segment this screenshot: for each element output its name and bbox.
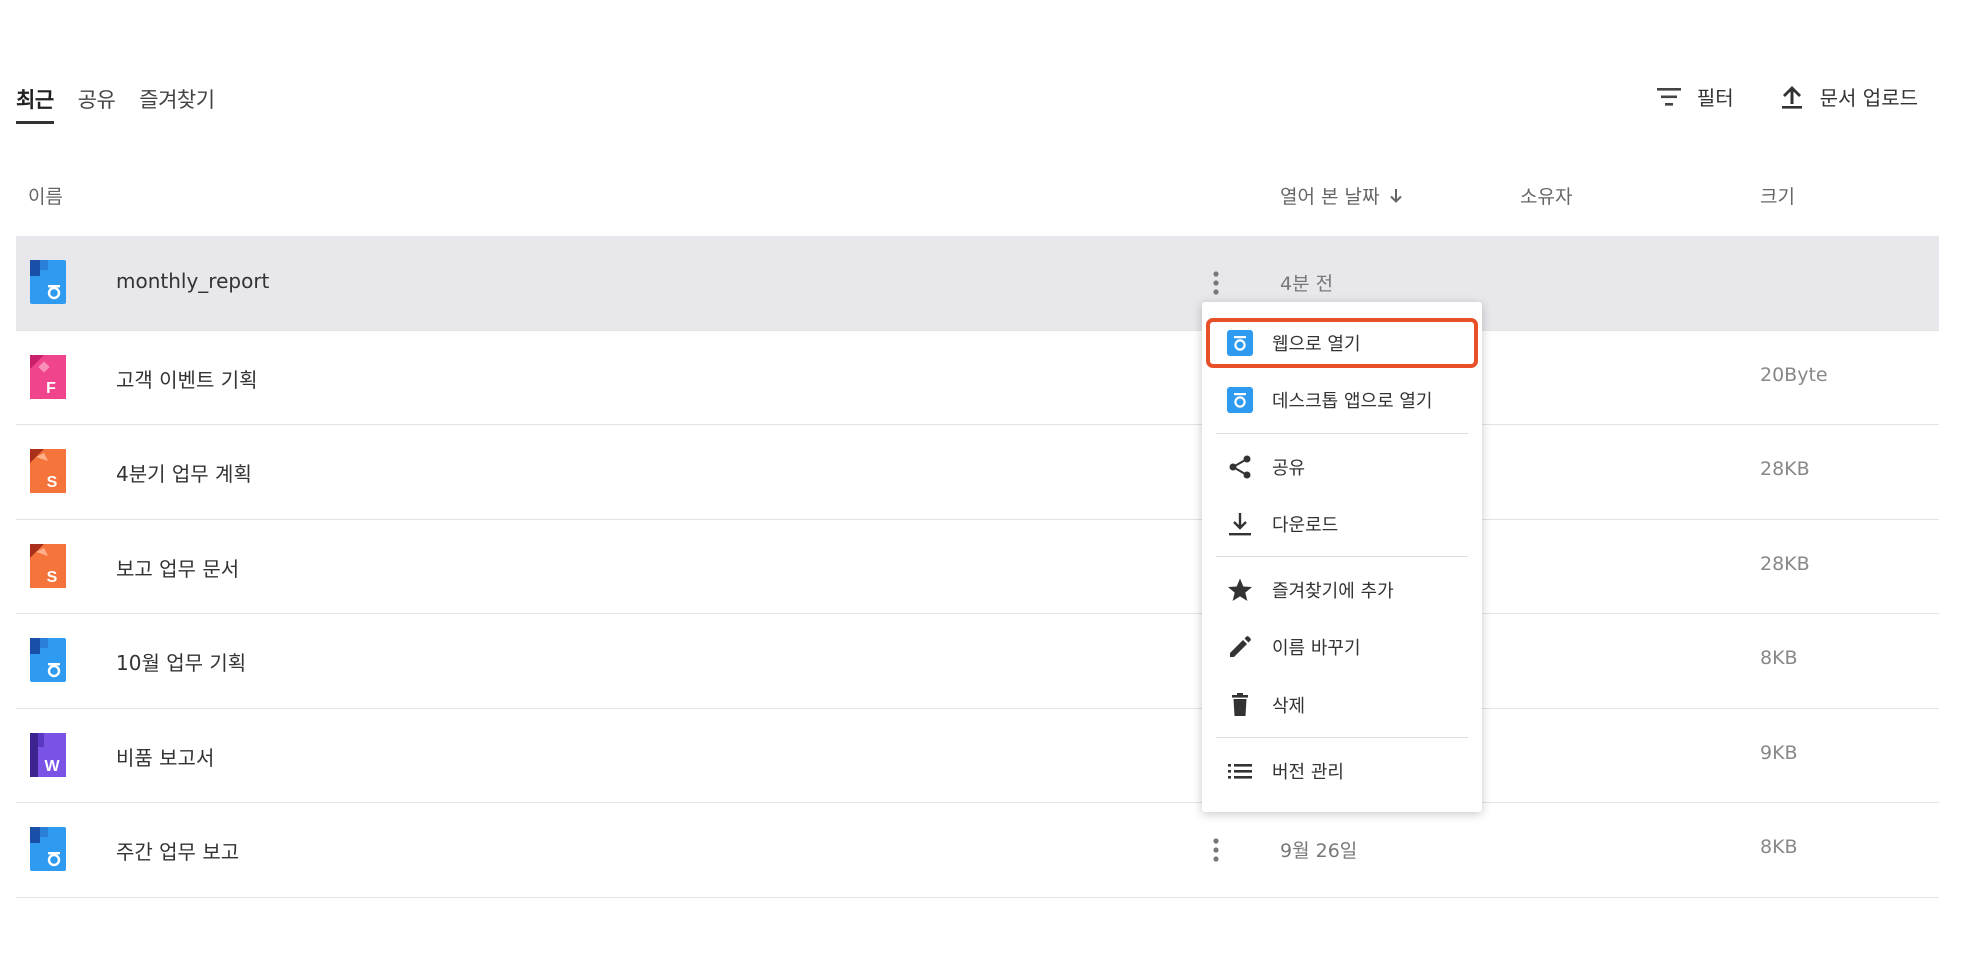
column-header-name[interactable]: 이름 — [28, 182, 63, 209]
more-options-icon[interactable] — [1206, 268, 1226, 298]
hancom-app-icon — [1226, 386, 1254, 414]
filter-button[interactable]: 필터 — [1655, 82, 1734, 111]
table-row[interactable]: F 고객 이벤트 기획 20Byte — [16, 331, 1939, 425]
document-table: 이름 열어 본 날짜 소유자 크기 monthly_report 4분 전 F … — [16, 160, 1939, 898]
pencil-icon — [1226, 633, 1254, 661]
list-icon — [1226, 757, 1254, 785]
tab-shared[interactable]: 공유 — [78, 84, 116, 124]
file-name[interactable]: 10월 업무 기획 — [116, 647, 246, 676]
file-name[interactable]: 고객 이벤트 기획 — [116, 364, 258, 393]
tab-recent[interactable]: 최근 — [16, 84, 54, 124]
hancom-doc-icon — [30, 827, 66, 871]
menu-label: 공유 — [1272, 458, 1306, 479]
file-size: 8KB — [1760, 647, 1798, 669]
upload-icon — [1781, 85, 1802, 109]
file-size: 9KB — [1760, 741, 1798, 764]
file-size: 20Byte — [1760, 363, 1828, 386]
opened-date: 9월 26일 — [1280, 840, 1358, 862]
sort-down-arrow-icon — [1390, 188, 1403, 203]
file-size: 28KB — [1760, 552, 1810, 575]
svg-text:W: W — [44, 758, 60, 775]
menu-item-open-web[interactable]: 웹으로 열기 — [1206, 318, 1478, 368]
table-header: 이름 열어 본 날짜 소유자 크기 — [16, 160, 1939, 236]
trash-icon — [1226, 691, 1254, 719]
menu-divider — [1216, 737, 1468, 738]
hancom-doc-icon — [30, 638, 66, 682]
svg-text:S: S — [47, 474, 58, 491]
toolbar: 필터 문서 업로드 — [1655, 82, 1918, 111]
column-header-size[interactable]: 크기 — [1760, 182, 1795, 209]
menu-label: 버전 관리 — [1272, 762, 1344, 783]
menu-label: 삭제 — [1272, 696, 1306, 717]
file-context-menu: 웹으로 열기 데스크톱 앱으로 열기 공유 다운로드 즐겨찾기에 추가 이름 바… — [1202, 302, 1482, 812]
file-size: 28KB — [1760, 458, 1810, 480]
form-doc-icon: F — [30, 354, 66, 399]
hancom-app-icon — [1226, 329, 1254, 357]
menu-item-rename[interactable]: 이름 바꾸기 — [1202, 622, 1482, 672]
file-name[interactable]: 주간 업무 보고 — [116, 836, 239, 865]
filter-label: 필터 — [1696, 86, 1734, 110]
table-row[interactable]: W 비품 보고서 9KB — [16, 709, 1939, 803]
menu-item-download[interactable]: 다운로드 — [1202, 499, 1482, 549]
table-row[interactable]: monthly_report 4분 전 — [16, 236, 1939, 331]
opened-date: 4분 전 — [1280, 273, 1334, 295]
file-name[interactable]: 비품 보고서 — [116, 742, 214, 771]
file-name[interactable]: 보고 업무 문서 — [116, 553, 239, 582]
hancom-doc-icon — [30, 260, 66, 304]
menu-item-add-favorite[interactable]: 즐겨찾기에 추가 — [1202, 565, 1482, 615]
file-name[interactable]: monthly_report — [116, 269, 269, 293]
table-row[interactable]: S 보고 업무 문서 28KB — [16, 520, 1939, 614]
file-name[interactable]: 4분기 업무 계획 — [116, 458, 252, 487]
menu-label: 다운로드 — [1272, 515, 1339, 536]
upload-document-button[interactable]: 문서 업로드 — [1778, 82, 1918, 111]
menu-label: 데스크톱 앱으로 열기 — [1272, 391, 1433, 412]
filter-icon — [1656, 87, 1681, 106]
menu-item-delete[interactable]: 삭제 — [1202, 680, 1482, 730]
share-icon — [1226, 453, 1254, 481]
upload-label: 문서 업로드 — [1819, 86, 1918, 110]
menu-item-open-desktop[interactable]: 데스크톱 앱으로 열기 — [1202, 375, 1482, 425]
column-header-owner[interactable]: 소유자 — [1520, 182, 1572, 209]
table-row[interactable]: 주간 업무 보고 9월 26일 8KB — [16, 803, 1939, 898]
more-options-icon[interactable] — [1206, 835, 1226, 865]
menu-label: 즐겨찾기에 추가 — [1272, 581, 1394, 602]
table-row[interactable]: S 4분기 업무 계획 28KB — [16, 425, 1939, 520]
svg-text:F: F — [46, 380, 56, 397]
word-doc-icon: W — [30, 732, 66, 777]
sheet-doc-icon: S — [30, 543, 66, 588]
sheet-doc-icon: S — [30, 449, 66, 493]
menu-label: 웹으로 열기 — [1272, 334, 1361, 355]
download-icon — [1226, 510, 1254, 538]
menu-label: 이름 바꾸기 — [1272, 638, 1361, 659]
menu-divider — [1216, 556, 1468, 557]
menu-item-version[interactable]: 버전 관리 — [1202, 746, 1482, 796]
table-row[interactable]: 10월 업무 기획 8KB — [16, 614, 1939, 709]
column-header-opened-date[interactable]: 열어 본 날짜 — [1280, 182, 1405, 209]
star-icon — [1226, 576, 1254, 604]
file-size: 8KB — [1760, 836, 1798, 858]
menu-divider — [1216, 433, 1468, 434]
tab-favorites[interactable]: 즐겨찾기 — [139, 84, 215, 124]
svg-text:S: S — [47, 569, 58, 586]
menu-item-share[interactable]: 공유 — [1202, 442, 1482, 492]
column-header-opened-label: 열어 본 날짜 — [1280, 186, 1380, 208]
view-tabs: 최근 공유 즐겨찾기 — [16, 84, 215, 124]
